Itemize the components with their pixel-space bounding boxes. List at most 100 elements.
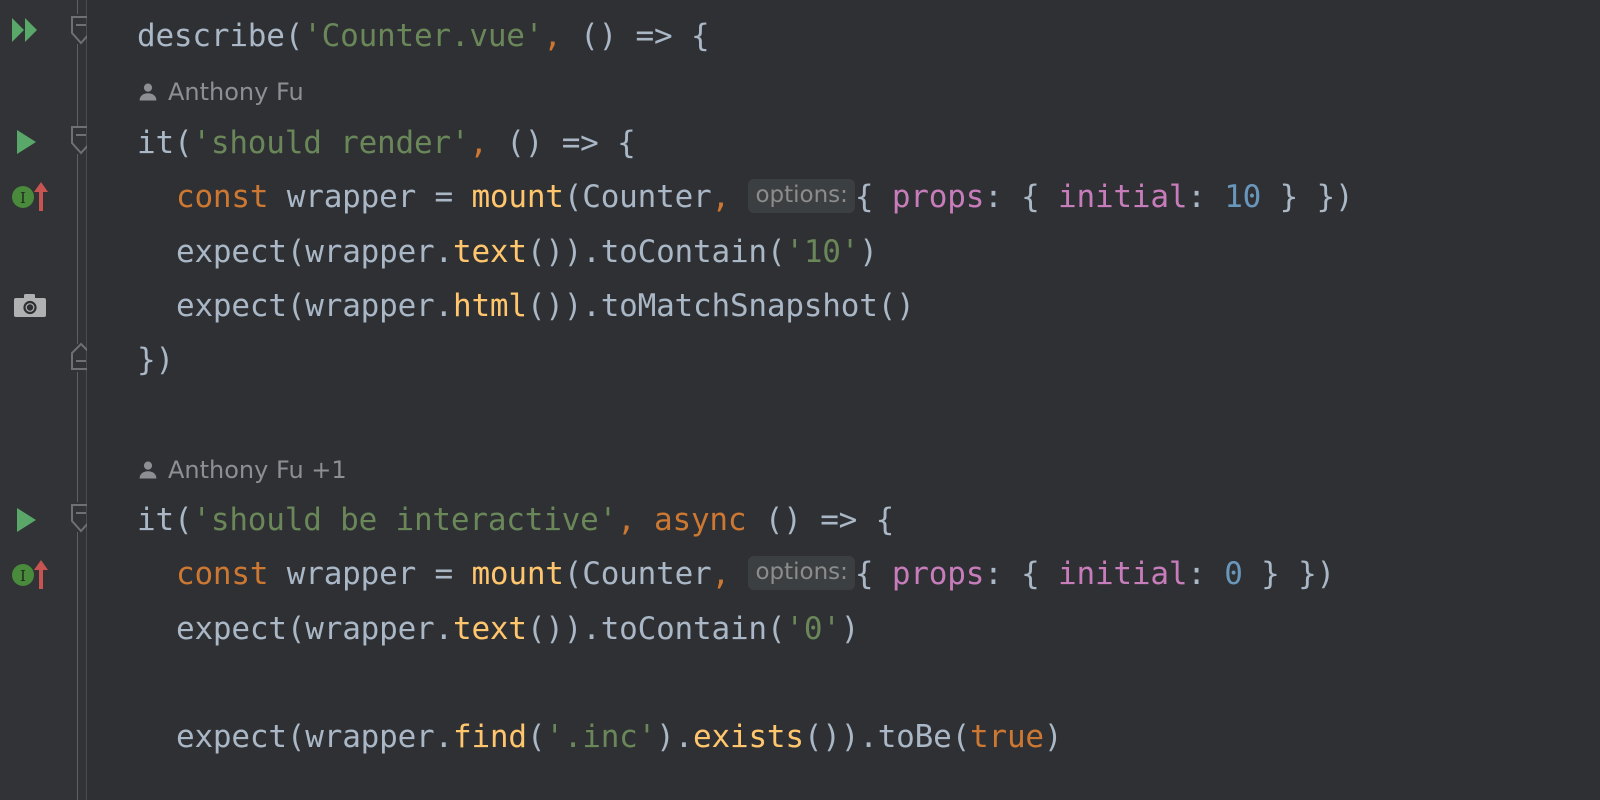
person-icon [137,459,159,481]
editor-run-gutter[interactable]: I I [0,0,64,800]
fold-line [77,532,78,800]
svg-text:I: I [20,567,26,585]
code-token: expect [176,234,287,270]
code-token: . [434,611,454,647]
code-line[interactable]: it('should be interactive', async () => … [137,492,894,548]
code-token: toContain [600,234,767,270]
code-token: Counter [582,556,712,592]
code-token: it [137,502,174,538]
code-token: true [970,719,1044,755]
code-token: toMatchSnapshot [600,288,878,324]
code-line[interactable]: const wrapper = mount(Counter, options:{… [176,169,1354,225]
code-token: ( [286,234,306,270]
code-token: exists [693,719,804,755]
code-token: = [434,179,472,215]
code-token: text [452,611,527,647]
code-token: wrapper [305,288,435,324]
code-token: ) [1335,179,1354,215]
code-line[interactable]: const wrapper = mount(Counter, options:{… [176,546,1335,602]
vcs-annotation[interactable]: Anthony Fu [137,70,304,114]
run-test-icon-1[interactable] [14,128,40,156]
code-token: ( [286,719,306,755]
code-token: mount [471,556,564,592]
vcs-annotation-author: Anthony Fu +1 [168,456,347,484]
inspection-icon-2[interactable]: I [9,558,53,590]
code-token: describe [137,18,285,54]
code-token: : { [984,179,1059,215]
code-token: }) [137,342,174,378]
code-token: => { [635,18,710,54]
code-line[interactable]: expect(wrapper.html()).toMatchSnapshot() [176,278,915,334]
code-token: ( [951,719,971,755]
code-token: '.inc' [545,719,657,755]
code-line[interactable]: }) [137,332,174,388]
code-token: html [452,288,527,324]
code-token: '0' [785,611,841,647]
code-token: . [434,234,454,270]
code-token: ( [766,234,786,270]
code-token: expect [176,288,287,324]
code-token: . [434,719,454,755]
vcs-annotation-author: Anthony Fu [168,78,304,106]
code-text-area[interactable]: Anthony Fu Anthony Fu +1 describe('Counte… [87,0,1600,800]
parameter-hint-inlay[interactable]: options: [748,179,855,213]
code-token: ( [563,179,583,215]
code-token: text [452,234,527,270]
code-token: () [877,288,915,324]
code-token: => { [561,125,636,161]
code-token: 'Counter.vue' [303,18,544,54]
code-token: '10' [785,234,860,270]
code-token: , [469,125,488,161]
code-token: ( [286,611,306,647]
code-token: } } [1242,556,1317,592]
code-token: 'should render' [192,125,470,161]
run-test-icon-2[interactable] [14,506,40,534]
code-token: 10 [1224,179,1262,215]
vcs-annotation[interactable]: Anthony Fu +1 [137,448,347,492]
code-line[interactable]: describe('Counter.vue', () => { [137,8,710,64]
code-token: initial [1058,556,1188,592]
code-token: = [434,556,472,592]
code-token: () [487,125,562,161]
code-line[interactable]: it('should render', () => { [137,115,636,171]
code-token: async [654,502,747,538]
code-token: ( [563,556,583,592]
code-token: mount [471,179,564,215]
run-all-tests-icon[interactable] [10,16,44,44]
code-line[interactable]: expect(wrapper.text()).toContain('0') [176,601,859,657]
fold-line [77,0,78,14]
person-icon [137,81,159,103]
code-line[interactable]: expect(wrapper.text()).toContain('10') [176,224,878,280]
code-token: initial [1058,179,1188,215]
editor-fold-gutter[interactable] [64,0,91,800]
code-token: props [891,179,985,215]
code-token: : { [984,556,1059,592]
code-token: , [711,556,731,592]
code-token: const [176,556,269,592]
code-token: () [561,18,636,54]
code-line[interactable]: expect(wrapper.find('.inc').exists()).to… [176,709,1063,765]
code-token: , [711,179,731,215]
code-token: wrapper [305,719,435,755]
code-editor: I I Anthony Fu Anthony Fu +1 describe('C… [0,0,1600,800]
code-token: wrapper [305,234,435,270]
code-token: ). [656,719,694,755]
code-token: { [854,179,892,215]
snapshot-camera-icon[interactable] [13,292,47,320]
code-token: wrapper [305,611,435,647]
code-token: ()). [526,234,601,270]
inspection-icon-1[interactable]: I [9,180,53,212]
code-token: it [137,125,174,161]
code-token: , [543,18,562,54]
code-token: 0 [1224,556,1243,592]
code-token: wrapper [268,179,435,215]
code-token: ()). [526,611,601,647]
fold-line [77,154,78,344]
parameter-hint-inlay[interactable]: options: [748,556,855,590]
code-token: expect [176,611,287,647]
code-token: ) [1316,556,1336,592]
code-token: ) [1043,719,1063,755]
